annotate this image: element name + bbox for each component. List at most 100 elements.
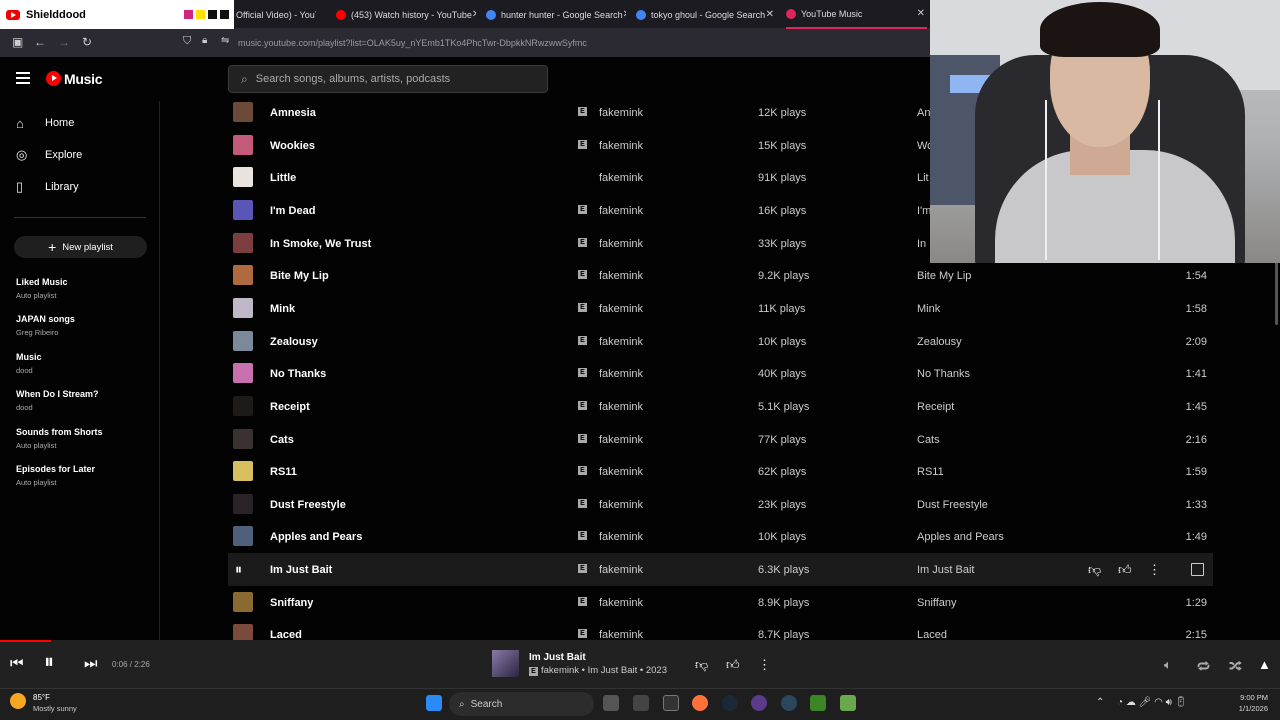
track-row[interactable]: No Thanks Efakemink 40K plays No Thanks 1:41 — [228, 357, 1213, 390]
track-title[interactable]: Receipt — [270, 401, 310, 413]
track-row[interactable]: Sniffany Efakemink 8.9K plays Sniffany 1:29 — [228, 586, 1213, 619]
menu-icon[interactable] — [16, 72, 30, 84]
playlist-name[interactable]: Sounds from Shorts — [16, 427, 103, 437]
track-title[interactable]: Amnesia — [270, 107, 316, 119]
track-artist[interactable]: fakemink — [599, 434, 643, 446]
playlist-name[interactable]: Music — [16, 352, 42, 362]
like-icon[interactable]: 👍︎ — [726, 657, 740, 673]
track-album[interactable]: Sniffany — [917, 597, 957, 609]
track-album[interactable]: Dust Freestyle — [917, 499, 988, 511]
track-thumbnail[interactable] — [233, 395, 253, 416]
app-icon[interactable] — [663, 695, 679, 711]
dislike-icon[interactable]: 👎︎ — [695, 657, 708, 673]
track-artist[interactable]: fakemink — [599, 466, 643, 478]
track-artist[interactable]: fakemink — [599, 107, 643, 119]
track-artist[interactable]: fakemink — [599, 564, 643, 576]
track-title[interactable]: I'm Dead — [270, 205, 315, 217]
track-album[interactable]: Zealousy — [917, 336, 962, 348]
browser-tab[interactable]: Official Video) - YouT✕ — [236, 0, 316, 29]
playlist-name[interactable]: Liked Music — [16, 277, 68, 287]
youtube-music-logo-icon[interactable] — [46, 71, 61, 86]
track-title[interactable]: Sniffany — [270, 597, 313, 609]
track-row[interactable]: Zealousy Efakemink 10K plays Zealousy 2:09 — [228, 325, 1213, 358]
close-tab-icon[interactable]: ✕ — [472, 9, 476, 20]
pause-icon[interactable]: ⏸ — [235, 561, 242, 578]
weather-icon[interactable] — [10, 693, 26, 709]
track-artist[interactable]: fakemink — [599, 205, 643, 217]
firefox-icon[interactable] — [692, 695, 708, 711]
track-title[interactable]: RS11 — [270, 466, 297, 478]
track-thumbnail[interactable] — [233, 167, 253, 188]
previous-icon[interactable]: ⏮ — [10, 655, 24, 672]
track-thumbnail[interactable] — [233, 526, 253, 547]
steam-icon[interactable] — [722, 695, 738, 711]
sidebar-item-explore[interactable]: ◎ Explore — [16, 145, 82, 165]
browser-tab[interactable]: tokyo ghoul - Google Search ✕ — [636, 0, 776, 29]
track-album[interactable]: No Thanks — [917, 368, 970, 380]
select-checkbox[interactable] — [1191, 563, 1204, 577]
track-title[interactable]: Zealousy — [270, 336, 318, 348]
now-playing-title[interactable]: Im Just Bait — [529, 652, 586, 663]
more-icon[interactable]: ⋮ — [758, 657, 771, 673]
obs-icon[interactable] — [633, 695, 649, 711]
track-thumbnail[interactable] — [233, 232, 253, 253]
sidebar-toggle-icon[interactable]: ▣ — [12, 35, 23, 49]
tray-chevron-icon[interactable]: ⌃ — [1096, 697, 1104, 708]
windows-start-icon[interactable] — [426, 695, 442, 711]
pause-icon[interactable]: ⏸ — [44, 651, 54, 674]
taskbar-clock[interactable]: 9:00 PM 1/1/2026 — [1239, 692, 1268, 714]
track-title[interactable]: Dust Freestyle — [270, 499, 346, 511]
repeat-icon[interactable]: 🔁︎ — [1197, 657, 1210, 676]
track-row[interactable]: Receipt Efakemink 5.1K plays Receipt 1:45 — [228, 390, 1213, 423]
reload-icon[interactable]: ↻ — [82, 35, 92, 49]
track-artist[interactable]: fakemink — [599, 303, 643, 315]
track-album[interactable]: Receipt — [917, 401, 954, 413]
playlist-name[interactable]: JAPAN songs — [16, 314, 75, 324]
progress-bar[interactable] — [0, 640, 52, 642]
track-album[interactable]: In — [917, 238, 926, 250]
close-tab-icon[interactable]: ✕ — [623, 9, 626, 20]
track-row[interactable]: Bite My Lip Efakemink 9.2K plays Bite My Li… — [228, 259, 1213, 292]
track-thumbnail[interactable] — [233, 102, 253, 122]
volume-icon[interactable]: 🔈︎ — [1164, 657, 1172, 673]
shuffle-icon[interactable]: 🔀︎ — [1229, 657, 1242, 676]
track-album[interactable]: Apples and Pears — [917, 531, 1004, 543]
lock-icon[interactable]: 🔒︎ — [202, 35, 207, 46]
new-playlist-button[interactable]: + New playlist — [14, 236, 147, 258]
track-artist[interactable]: fakemink — [599, 238, 643, 250]
track-title[interactable]: Little — [270, 172, 296, 184]
track-album[interactable]: An — [917, 107, 930, 119]
track-title[interactable]: Bite My Lip — [270, 270, 329, 282]
track-row[interactable]: Dust Freestyle Efakemink 23K plays Dust Fre… — [228, 488, 1213, 521]
minecraft-icon[interactable] — [810, 695, 826, 711]
browser-tab[interactable]: YouTube Music ✕ — [786, 0, 927, 29]
weather-temp[interactable]: 85°F — [33, 693, 50, 702]
track-title[interactable]: Im Just Bait — [270, 564, 332, 576]
track-thumbnail[interactable] — [233, 493, 253, 514]
track-thumbnail[interactable] — [233, 428, 253, 449]
track-artist[interactable]: fakemink — [599, 140, 643, 152]
tracking-shield-icon[interactable]: ⛉ — [183, 35, 191, 48]
search-input[interactable]: ⌕ Search songs, albums, artists, podcast… — [228, 65, 548, 93]
sidebar-item-library[interactable]: ▯ Library — [16, 177, 79, 197]
next-icon[interactable]: ⏭ — [84, 655, 98, 672]
back-icon[interactable]: ← — [34, 35, 46, 49]
now-playing-thumbnail[interactable] — [492, 650, 519, 677]
track-album[interactable]: Im Just Bait — [917, 564, 974, 576]
permissions-icon[interactable]: ⇋ — [221, 35, 229, 46]
track-title[interactable]: Wookies — [270, 140, 315, 152]
track-title[interactable]: In Smoke, We Trust — [270, 238, 371, 250]
weather-desc[interactable]: Mostly sunny — [33, 704, 77, 713]
track-thumbnail[interactable] — [233, 363, 253, 384]
shield-tab[interactable]: Shielddood — [0, 0, 234, 29]
more-icon[interactable]: ⋮ — [1148, 562, 1161, 578]
steam-client-icon[interactable] — [781, 695, 797, 711]
track-row[interactable]: Cats Efakemink 77K plays Cats 2:16 — [228, 423, 1213, 456]
browser-tab[interactable]: (453) Watch history - YouTube✕ — [336, 0, 476, 29]
tray-icons[interactable]: ◔ ☁ 🎤︎ ◠ 🔊︎ 🔋︎ — [1117, 697, 1187, 708]
forward-icon[interactable]: → — [58, 35, 70, 49]
track-title[interactable]: Mink — [270, 303, 295, 315]
track-title[interactable]: No Thanks — [270, 368, 326, 380]
track-thumbnail[interactable] — [233, 297, 253, 318]
track-thumbnail[interactable] — [233, 461, 253, 482]
